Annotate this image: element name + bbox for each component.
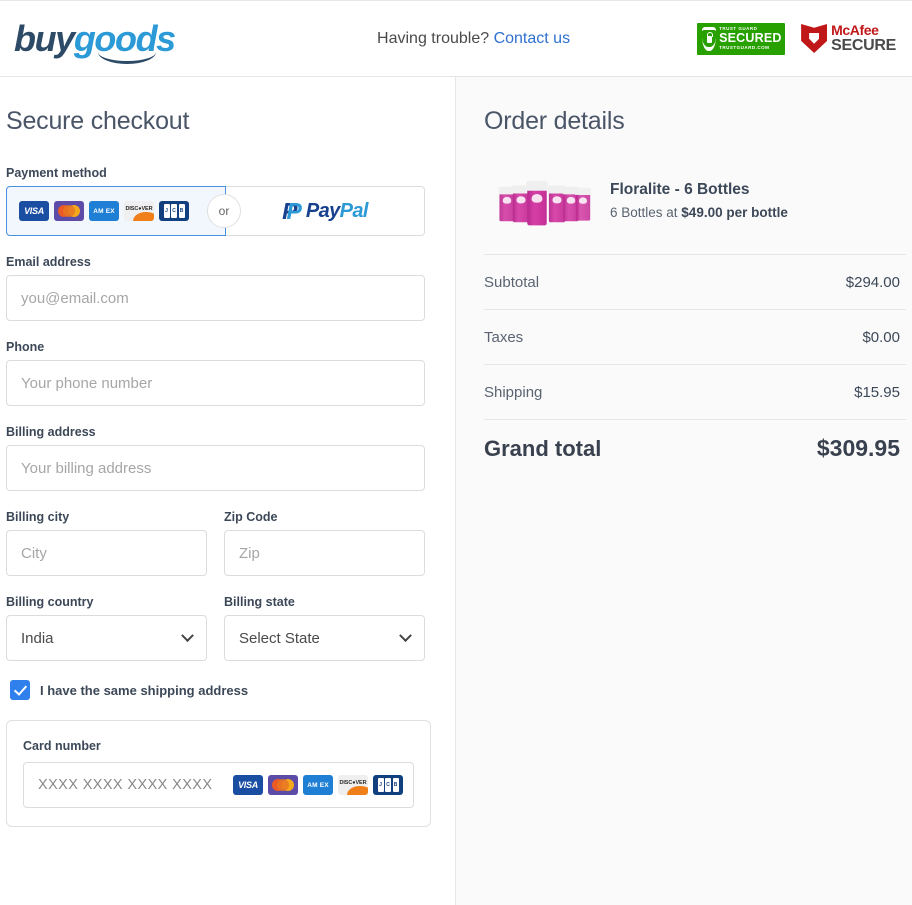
billing-city-field[interactable] bbox=[6, 530, 207, 576]
payment-method-group: Payment method VISA AM EX DISC●VER JCB o… bbox=[6, 166, 423, 236]
phone-field[interactable] bbox=[6, 360, 425, 406]
order-row-shipping: Shipping $15.95 bbox=[484, 364, 906, 419]
mastercard-icon bbox=[268, 775, 298, 795]
payment-method-label: Payment method bbox=[6, 166, 423, 180]
taxes-value: $0.00 bbox=[862, 329, 900, 346]
product-info: Floralite - 6 Bottles 6 Bottles at $49.0… bbox=[610, 181, 788, 220]
payment-option-credit-card[interactable]: VISA AM EX DISC●VER JCB bbox=[6, 186, 226, 236]
order-row-grand-total: Grand total $309.95 bbox=[484, 419, 906, 477]
card-number-label: Card number bbox=[23, 739, 414, 753]
trust-guard-main-label: SECURED bbox=[719, 32, 782, 45]
billing-country-label: Billing country bbox=[6, 595, 207, 609]
checkout-form-panel: Secure checkout Payment method VISA AM E… bbox=[0, 77, 455, 905]
discover-icon: DISC●VER bbox=[338, 775, 368, 795]
billing-state-label: Billing state bbox=[224, 595, 425, 609]
zip-code-field[interactable] bbox=[224, 530, 425, 576]
product-image bbox=[496, 172, 592, 228]
email-group: Email address bbox=[6, 255, 423, 321]
smile-underline-icon bbox=[98, 52, 156, 64]
mcafee-line1-label: McAfee bbox=[831, 23, 896, 37]
shipping-label: Shipping bbox=[484, 384, 542, 401]
billing-state-group: Billing state Select State bbox=[224, 595, 425, 661]
order-product-row: Floralite - 6 Bottles 6 Bottles at $49.0… bbox=[484, 172, 906, 228]
mastercard-icon bbox=[54, 201, 84, 221]
page-title: Secure checkout bbox=[6, 107, 423, 136]
product-name: Floralite - 6 Bottles bbox=[610, 181, 788, 199]
mcafee-shield-icon bbox=[801, 24, 827, 53]
shipping-value: $15.95 bbox=[854, 384, 900, 401]
billing-country-value: India bbox=[21, 630, 54, 647]
or-divider: or bbox=[207, 194, 241, 228]
order-details-title: Order details bbox=[484, 107, 906, 136]
shield-icon bbox=[702, 27, 716, 51]
jcb-icon: JCB bbox=[373, 775, 403, 795]
city-zip-row: Billing city Zip Code bbox=[6, 510, 423, 576]
card-number-field[interactable]: XXXX XXXX XXXX XXXX VISA AM EX DISC●VER … bbox=[23, 762, 414, 808]
zip-code-group: Zip Code bbox=[224, 510, 425, 576]
product-qty-text: 6 Bottles at bbox=[610, 205, 681, 220]
lock-icon bbox=[707, 36, 712, 43]
payment-option-paypal[interactable]: PP PayPal bbox=[226, 200, 424, 223]
billing-country-select[interactable]: India bbox=[6, 615, 207, 661]
help-text: Having trouble? Contact us bbox=[250, 30, 697, 48]
paypal-label: PayPal bbox=[306, 200, 368, 223]
subtotal-value: $294.00 bbox=[846, 274, 900, 291]
grand-total-label: Grand total bbox=[484, 436, 601, 462]
trust-guard-bottom-label: TRUSTGUARD.COM bbox=[719, 46, 782, 51]
phone-label: Phone bbox=[6, 340, 423, 354]
page-header: buygoods Having trouble? Contact us TRUS… bbox=[0, 1, 912, 77]
subtotal-label: Subtotal bbox=[484, 274, 539, 291]
product-price-line: 6 Bottles at $49.00 per bottle bbox=[610, 205, 788, 220]
same-shipping-label: I have the same shipping address bbox=[40, 683, 248, 698]
order-details-panel: Order details Floralite - 6 Bottles 6 Bo… bbox=[455, 77, 912, 905]
paypal-logo: PP PayPal bbox=[282, 200, 368, 223]
billing-city-label: Billing city bbox=[6, 510, 207, 524]
chevron-down-icon bbox=[181, 629, 194, 642]
billing-city-group: Billing city bbox=[6, 510, 207, 576]
visa-icon: VISA bbox=[19, 201, 49, 221]
brand-logo-text: buygoods bbox=[14, 21, 175, 57]
trust-guard-secured-badge: TRUST GUARD SECURED TRUSTGUARD.COM bbox=[697, 23, 785, 55]
brand-logo-buy: buy bbox=[14, 18, 74, 59]
paypal-mark-icon: PP bbox=[282, 200, 300, 223]
order-row-taxes: Taxes $0.00 bbox=[484, 309, 906, 364]
product-unit-price: $49.00 per bottle bbox=[681, 205, 788, 220]
discover-icon: DISC●VER bbox=[124, 201, 154, 221]
help-prefix-label: Having trouble? bbox=[377, 30, 489, 47]
amex-icon: AM EX bbox=[89, 201, 119, 221]
billing-state-value: Select State bbox=[239, 630, 320, 647]
order-row-subtotal: Subtotal $294.00 bbox=[484, 254, 906, 309]
taxes-label: Taxes bbox=[484, 329, 523, 346]
jcb-icon: JCB bbox=[159, 201, 189, 221]
mcafee-line2-label: SECURE bbox=[831, 38, 896, 54]
billing-state-select[interactable]: Select State bbox=[224, 615, 425, 661]
security-badges: TRUST GUARD SECURED TRUSTGUARD.COM McAfe… bbox=[697, 23, 902, 55]
zip-code-label: Zip Code bbox=[224, 510, 425, 524]
billing-country-group: Billing country India bbox=[6, 595, 207, 661]
email-label: Email address bbox=[6, 255, 423, 269]
billing-address-label: Billing address bbox=[6, 425, 423, 439]
visa-icon: VISA bbox=[233, 775, 263, 795]
payment-method-selector: VISA AM EX DISC●VER JCB or PP PayPal bbox=[6, 186, 425, 236]
email-field[interactable] bbox=[6, 275, 425, 321]
card-details-panel: Card number XXXX XXXX XXXX XXXX VISA AM … bbox=[6, 720, 431, 827]
page-body: Secure checkout Payment method VISA AM E… bbox=[0, 77, 912, 905]
card-brand-icons: VISA AM EX DISC●VER JCB bbox=[233, 775, 403, 795]
country-state-row: Billing country India Billing state Sele… bbox=[6, 595, 423, 661]
same-shipping-checkbox[interactable] bbox=[10, 680, 30, 700]
contact-us-link[interactable]: Contact us bbox=[494, 30, 570, 47]
grand-total-value: $309.95 bbox=[817, 435, 900, 462]
card-number-placeholder: XXXX XXXX XXXX XXXX bbox=[38, 777, 212, 793]
billing-address-field[interactable] bbox=[6, 445, 425, 491]
same-shipping-row: I have the same shipping address bbox=[10, 680, 423, 700]
or-label: or bbox=[219, 204, 230, 218]
amex-icon: AM EX bbox=[303, 775, 333, 795]
phone-group: Phone bbox=[6, 340, 423, 406]
billing-address-group: Billing address bbox=[6, 425, 423, 491]
mcafee-secure-badge: McAfee SECURE bbox=[801, 23, 896, 54]
chevron-down-icon bbox=[399, 629, 412, 642]
